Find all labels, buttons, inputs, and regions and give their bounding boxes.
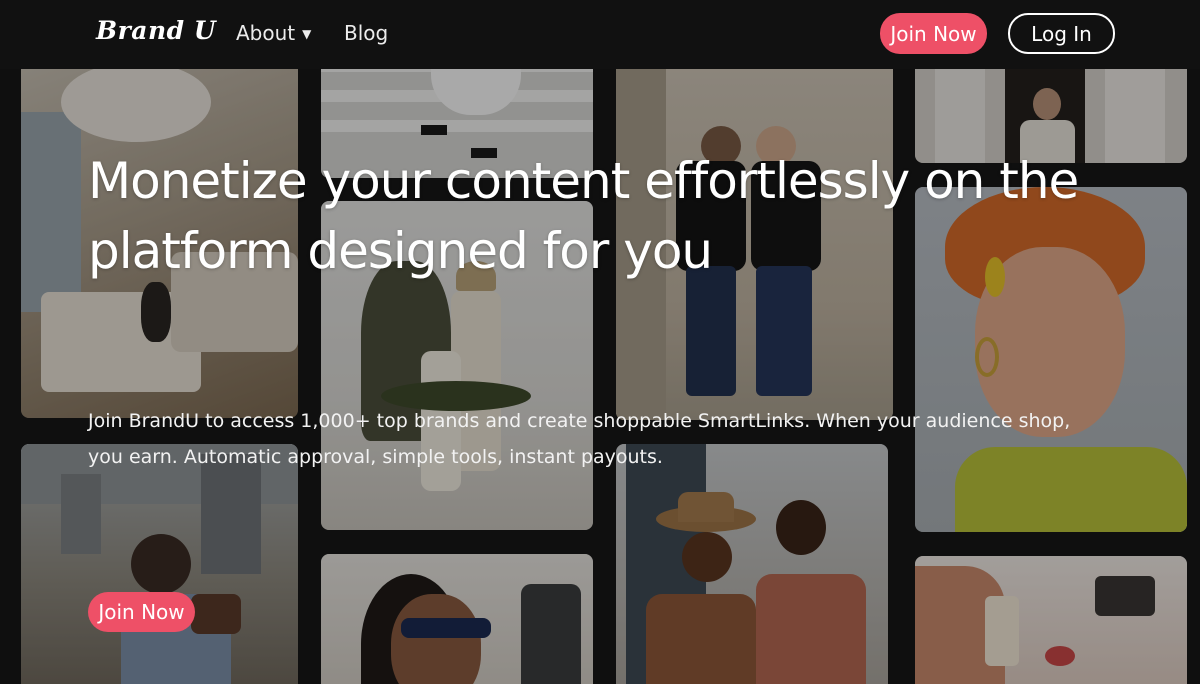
brandu-logo[interactable]: Brand U	[96, 16, 216, 45]
join-now-button[interactable]: Join Now	[880, 13, 987, 54]
chevron-down-icon: ▼	[302, 27, 312, 41]
top-navigation-bar: Brand U About ▼ Blog Join Now Log In	[0, 0, 1200, 69]
hero-subtitle: Join BrandU to access 1,000+ top brands …	[88, 410, 1071, 468]
perfume-bottles-photo	[915, 556, 1187, 684]
couple-hat-photo	[616, 444, 888, 684]
log-in-button[interactable]: Log In	[1008, 13, 1115, 54]
nav-about-menu[interactable]: About ▼	[236, 21, 311, 45]
nav-about-label: About	[236, 21, 296, 45]
city-woman-handbag-photo	[21, 444, 298, 684]
background-photo-grid	[0, 0, 1200, 684]
hero-title: Monetize your content effortlessly on th…	[88, 152, 1079, 280]
selfie-sunglasses-photo	[321, 554, 593, 684]
nav-blog-link[interactable]: Blog	[344, 21, 388, 45]
hero-join-now-button[interactable]: Join Now	[88, 592, 195, 632]
